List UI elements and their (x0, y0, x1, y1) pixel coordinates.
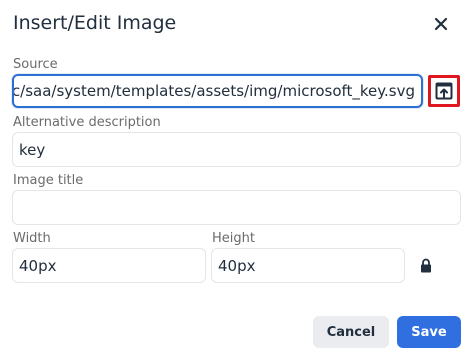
image-title-input[interactable] (12, 190, 461, 225)
browse-button[interactable] (428, 75, 460, 107)
close-button[interactable] (426, 9, 456, 39)
height-value: 40px (218, 256, 256, 275)
source-label: Source (13, 57, 58, 72)
alt-description-input[interactable]: key (12, 132, 461, 167)
width-input[interactable]: 40px (12, 248, 206, 283)
width-value: 40px (19, 256, 57, 275)
width-label: Width (13, 231, 51, 246)
source-input[interactable]: atic/saa/system/templates/assets/img/mic… (12, 74, 423, 108)
source-input-value: atic/saa/system/templates/assets/img/mic… (12, 82, 415, 100)
image-title-label: Image title (13, 173, 84, 188)
insert-edit-image-dialog: Insert/Edit Image Source atic/saa/system… (0, 0, 470, 355)
dialog-title: Insert/Edit Image (13, 12, 177, 34)
close-icon (434, 17, 448, 31)
height-input[interactable]: 40px (211, 248, 405, 283)
lock-icon (421, 258, 431, 272)
constrain-proportions-toggle[interactable] (417, 255, 435, 275)
alt-description-value: key (19, 140, 46, 159)
height-label: Height (212, 231, 255, 246)
browse-upload-icon (435, 82, 453, 100)
cancel-button[interactable]: Cancel (313, 316, 389, 348)
save-button[interactable]: Save (397, 316, 461, 348)
alt-description-label: Alternative description (13, 115, 161, 130)
